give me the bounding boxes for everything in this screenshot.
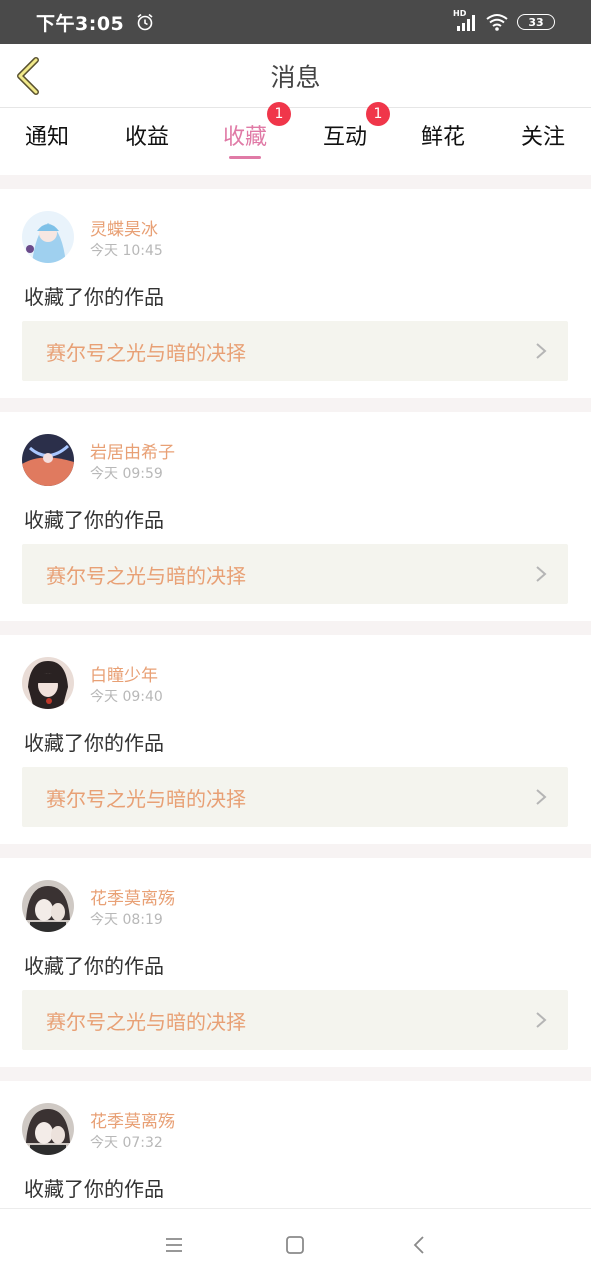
menu-button[interactable] <box>162 1233 186 1257</box>
chevron-right-icon <box>536 343 547 359</box>
timestamp: 今天 09:40 <box>90 689 163 705</box>
title-bar: 消息 <box>0 44 591 108</box>
signal-icon: HD <box>453 9 477 32</box>
status-bar: 下午3:05 HD 33 <box>0 0 591 44</box>
system-nav-bar <box>0 1208 591 1280</box>
avatar[interactable] <box>22 657 74 709</box>
tab-earnings[interactable]: 收益 <box>107 119 187 151</box>
work-title: 赛尔号之光与暗的决择 <box>46 786 246 811</box>
battery-icon: 33 <box>517 14 555 30</box>
interaction-badge: 1 <box>366 102 390 126</box>
menu-icon <box>166 1238 182 1252</box>
wifi-icon <box>485 12 509 32</box>
timestamp: 今天 09:59 <box>90 466 163 482</box>
back-chevron-icon <box>413 1236 424 1254</box>
work-title: 赛尔号之光与暗的决择 <box>46 563 246 588</box>
timestamp: 今天 10:45 <box>90 243 163 259</box>
avatar[interactable] <box>22 880 74 932</box>
action-text: 收藏了你的作品 <box>24 954 164 978</box>
user-name[interactable]: 灵蝶昊冰 <box>90 215 158 240</box>
action-text: 收藏了你的作品 <box>24 1177 164 1201</box>
avatar[interactable] <box>22 434 74 486</box>
back-button[interactable] <box>12 56 48 96</box>
list-item: 白瞳少年 今天 09:40 收藏了你的作品 赛尔号之光与暗的决择 <box>0 635 591 844</box>
work-title: 赛尔号之光与暗的决择 <box>46 1009 246 1034</box>
list-item: 花季莫离殇 今天 07:32 收藏了你的作品 <box>0 1081 591 1208</box>
action-text: 收藏了你的作品 <box>24 285 164 309</box>
avatar[interactable] <box>22 211 74 263</box>
tab-flowers[interactable]: 鲜花 <box>403 119 483 151</box>
alarm-icon <box>136 13 154 31</box>
action-text: 收藏了你的作品 <box>24 731 164 755</box>
favorites-badge: 1 <box>267 102 291 126</box>
avatar[interactable] <box>22 1103 74 1155</box>
user-name[interactable]: 白瞳少年 <box>90 661 158 686</box>
back-arrow-icon <box>17 57 39 95</box>
home-button[interactable] <box>283 1233 307 1257</box>
work-link[interactable]: 赛尔号之光与暗的决择 <box>22 990 568 1050</box>
tab-notice[interactable]: 通知 <box>7 119 87 151</box>
work-title: 赛尔号之光与暗的决择 <box>46 340 246 365</box>
chevron-right-icon <box>536 566 547 582</box>
tab-bar: 通知 收益 收藏 1 互动 1 鲜花 关注 <box>0 102 591 173</box>
list-item: 岩居由希子 今天 09:59 收藏了你的作品 赛尔号之光与暗的决择 <box>0 412 591 621</box>
system-back-button[interactable] <box>408 1233 432 1257</box>
user-name[interactable]: 花季莫离殇 <box>90 1107 175 1132</box>
home-square-icon <box>286 1236 304 1254</box>
section-gap <box>0 1067 591 1081</box>
active-tab-indicator <box>229 156 261 159</box>
section-gap <box>0 844 591 858</box>
work-link[interactable]: 赛尔号之光与暗的决择 <box>22 544 568 604</box>
page-title: 消息 <box>270 62 321 92</box>
status-time: 下午3:05 <box>36 12 125 35</box>
list-item: 灵蝶昊冰 今天 10:45 收藏了你的作品 赛尔号之光与暗的决择 <box>0 189 591 398</box>
user-name[interactable]: 花季莫离殇 <box>90 884 175 909</box>
section-gap <box>0 621 591 635</box>
chevron-right-icon <box>536 789 547 805</box>
timestamp: 今天 07:32 <box>90 1135 163 1151</box>
list-item: 花季莫离殇 今天 08:19 收藏了你的作品 赛尔号之光与暗的决择 <box>0 858 591 1067</box>
status-icons: HD 33 <box>453 9 555 32</box>
section-gap <box>0 175 591 189</box>
timestamp: 今天 08:19 <box>90 912 163 928</box>
chevron-right-icon <box>536 1012 547 1028</box>
work-link[interactable]: 赛尔号之光与暗的决择 <box>22 767 568 827</box>
action-text: 收藏了你的作品 <box>24 508 164 532</box>
tab-follow[interactable]: 关注 <box>503 119 583 151</box>
user-name[interactable]: 岩居由希子 <box>90 438 175 463</box>
section-gap <box>0 398 591 412</box>
work-link[interactable]: 赛尔号之光与暗的决择 <box>22 321 568 381</box>
